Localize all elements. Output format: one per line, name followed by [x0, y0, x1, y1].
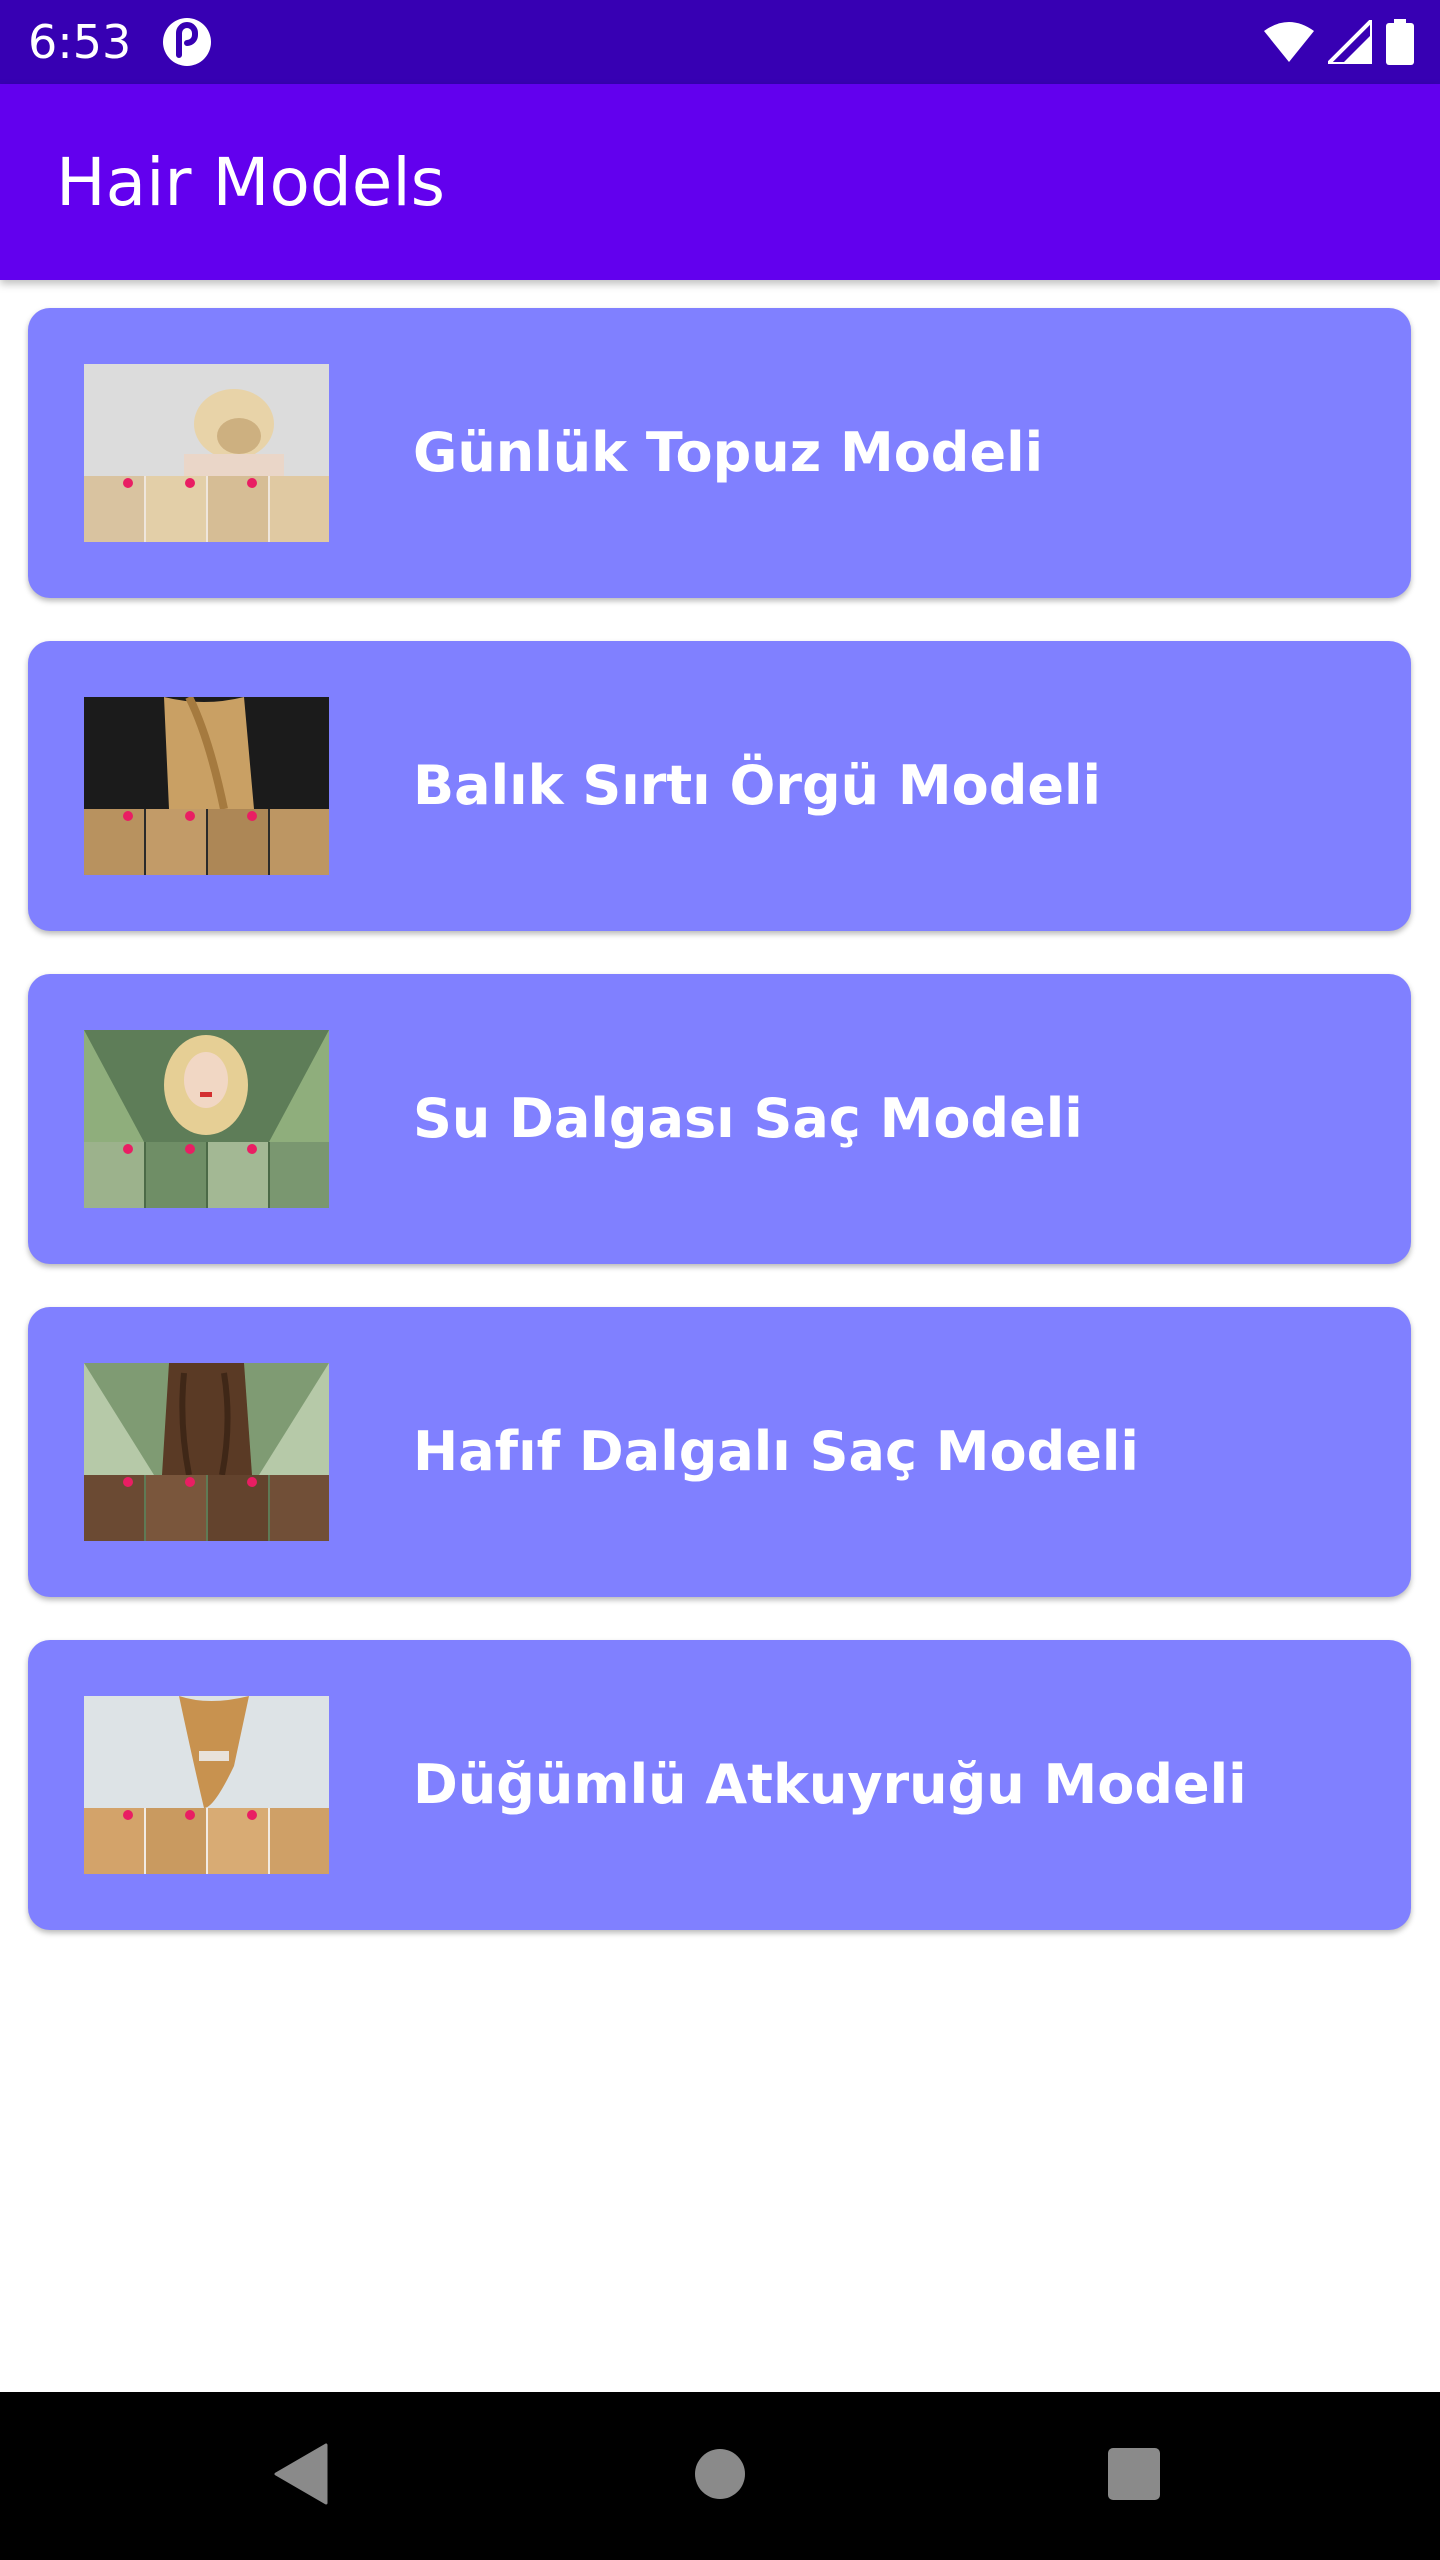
list-item[interactable]: Düğümlü Atkuyruğu Modeli	[28, 1640, 1411, 1930]
app-bar: Hair Models	[0, 84, 1440, 280]
model-title: Su Dalgası Saç Modeli	[413, 1087, 1083, 1150]
thumbnail-image	[84, 1030, 329, 1208]
list-item[interactable]: Balık Sırtı Örgü Modeli	[28, 641, 1411, 931]
status-time: 6:53	[28, 15, 132, 69]
thumbnail-image	[84, 1696, 329, 1874]
navigation-bar	[0, 2392, 1440, 2560]
model-title: Balık Sırtı Örgü Modeli	[413, 754, 1102, 817]
back-icon	[272, 2443, 328, 2510]
signal-icon	[1328, 20, 1372, 64]
wifi-icon	[1264, 22, 1314, 62]
recents-button[interactable]	[1034, 2392, 1234, 2560]
thumbnail-image	[84, 697, 329, 875]
recents-icon	[1107, 2447, 1161, 2506]
battery-icon	[1386, 19, 1414, 65]
thumbnail-image	[84, 1363, 329, 1541]
page-title: Hair Models	[56, 144, 446, 221]
list-item[interactable]: Su Dalgası Saç Modeli	[28, 974, 1411, 1264]
list-item[interactable]: Hafıf Dalgalı Saç Modeli	[28, 1307, 1411, 1597]
app-notification-icon	[162, 17, 212, 67]
list-item[interactable]: Günlük Topuz Modeli	[28, 308, 1411, 598]
model-title: Düğümlü Atkuyruğu Modeli	[413, 1753, 1247, 1816]
model-title: Günlük Topuz Modeli	[413, 421, 1044, 484]
status-bar: 6:53	[0, 0, 1440, 84]
home-button[interactable]	[620, 2392, 820, 2560]
thumbnail-image	[84, 364, 329, 542]
home-icon	[694, 2448, 746, 2505]
model-title: Hafıf Dalgalı Saç Modeli	[413, 1420, 1139, 1483]
back-button[interactable]	[200, 2392, 400, 2560]
